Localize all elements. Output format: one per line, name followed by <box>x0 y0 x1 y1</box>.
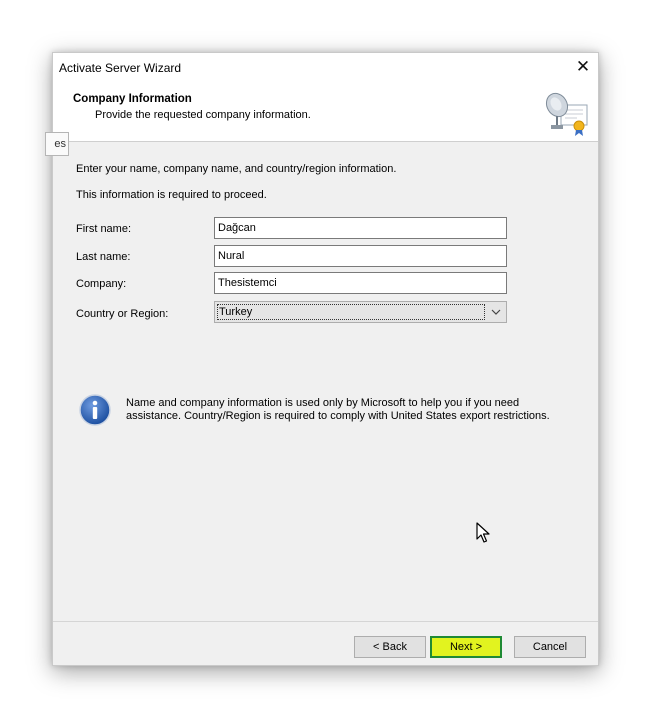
company-field[interactable] <box>214 272 507 294</box>
mouse-cursor-icon <box>476 522 490 543</box>
company-label: Company: <box>76 278 127 290</box>
first-name-field[interactable] <box>214 217 507 239</box>
certificate-satellite-icon <box>545 92 588 136</box>
first-name-label: First name: <box>76 223 132 235</box>
chevron-down-icon <box>491 309 501 315</box>
page-title: Company Information <box>73 93 192 105</box>
country-label: Country or Region: <box>76 308 169 320</box>
next-button[interactable]: Next > <box>430 636 502 658</box>
info-icon <box>79 394 111 426</box>
title-bar: Activate Server Wizard ✕ <box>53 53 598 83</box>
country-selected-value: Turkey <box>217 304 485 320</box>
instruction-text: Enter your name, company name, and count… <box>76 163 397 175</box>
last-name-field[interactable] <box>214 245 507 267</box>
wizard-window: Activate Server Wizard ✕ Company Informa… <box>45 52 599 666</box>
info-message: Name and company information is used onl… <box>126 397 550 422</box>
page-subtitle: Provide the requested company informatio… <box>95 109 311 121</box>
side-tab[interactable]: es <box>45 132 69 156</box>
back-button[interactable]: < Back <box>354 636 426 658</box>
country-dropdown[interactable]: Turkey <box>214 301 507 323</box>
window-title: Activate Server Wizard <box>59 61 182 75</box>
last-name-label: Last name: <box>76 251 131 263</box>
wizard-header: Company Information Provide the requeste… <box>53 83 598 142</box>
footer-divider <box>53 621 598 622</box>
close-button[interactable]: ✕ <box>568 53 598 83</box>
required-note: This information is required to proceed. <box>76 189 267 201</box>
cancel-button[interactable]: Cancel <box>514 636 586 658</box>
